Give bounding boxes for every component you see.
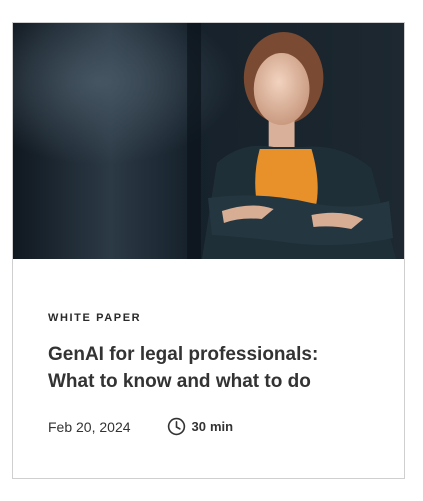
title-line-1: GenAI for legal professionals:	[48, 344, 319, 365]
reading-time-value: 30	[191, 419, 206, 434]
title-line-2: What to know and what to do	[48, 371, 311, 392]
article-meta: Feb 20, 2024 30 min	[48, 417, 233, 436]
reading-time-unit: min	[209, 419, 234, 434]
hero-image	[13, 23, 404, 259]
article-card[interactable]: WHITE PAPER GenAI for legal professional…	[12, 22, 405, 479]
clock-icon	[167, 417, 186, 436]
category-label: WHITE PAPER	[48, 312, 142, 324]
hero-photo-woman-arms-crossed	[13, 23, 404, 259]
article-title[interactable]: GenAI for legal professionals: What to k…	[48, 341, 378, 395]
reading-time: 30 min	[167, 417, 234, 436]
publish-date: Feb 20, 2024	[48, 418, 131, 435]
